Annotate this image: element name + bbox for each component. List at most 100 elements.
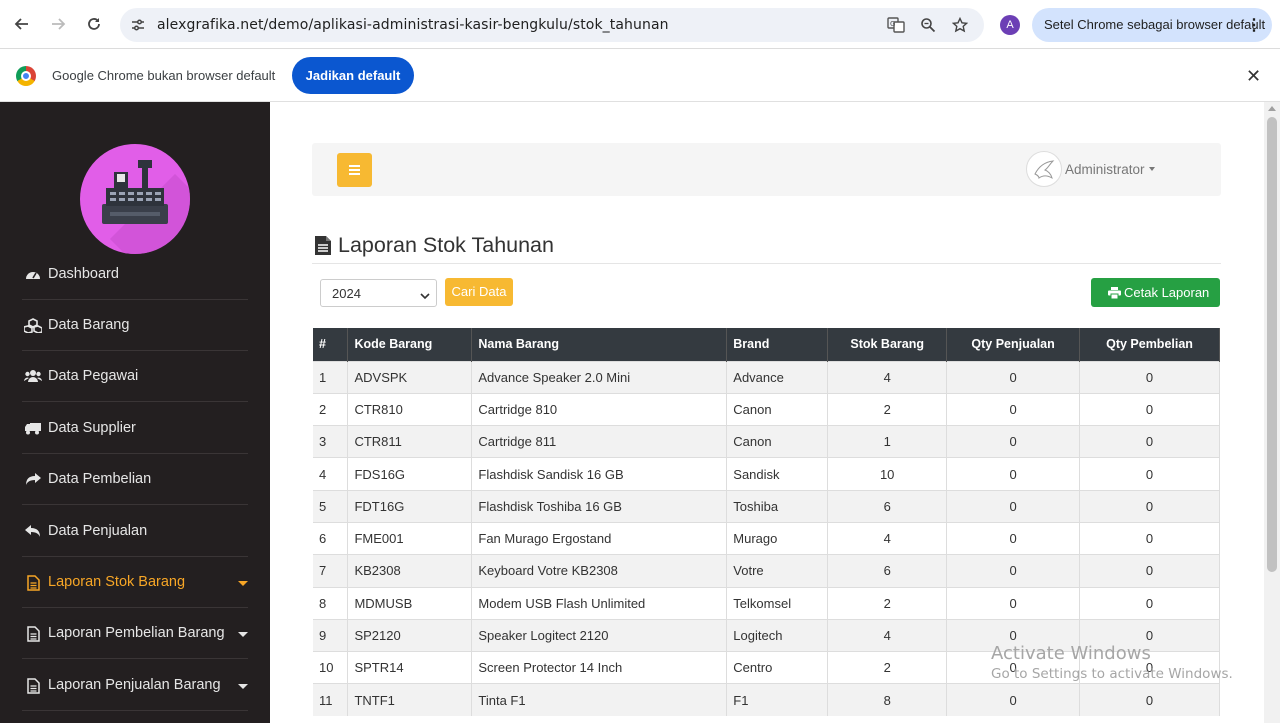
file-icon [24,678,42,694]
make-default-button[interactable]: Jadikan default [292,57,414,94]
table-cell: 0 [946,554,1081,588]
watermark-line-1: Activate Windows [991,643,1151,664]
print-icon [1108,280,1121,309]
reload-icon[interactable] [82,12,106,36]
column-header[interactable]: Qty Pembelian [1079,328,1220,361]
menu-toggle-button[interactable] [337,153,372,187]
column-header[interactable]: Qty Penjualan [946,328,1081,361]
file-icon [24,626,42,642]
hamburger-icon [349,165,360,167]
table-header-row: # Kode Barang Nama Barang Brand Stok Bar… [313,328,1220,361]
table-cell: 0 [1079,586,1220,620]
dashboard-icon [24,267,42,283]
user-avatar [1026,151,1062,187]
table-cell: 4 [827,618,948,652]
table-cell: Canon [726,392,829,426]
sidebar-item[interactable]: Dashboard [22,249,248,300]
sidebar-item[interactable]: Laporan Stok Barang [22,557,248,608]
site-settings-icon[interactable] [130,17,146,38]
page-scrollbar[interactable] [1264,102,1280,723]
table-cell: 0 [946,360,1081,394]
year-select[interactable]: 2024 [320,279,437,307]
user-menu[interactable]: Administrator [1026,151,1155,187]
scroll-up-icon[interactable] [1268,106,1276,111]
table-cell: Votre [726,554,829,588]
table-cell: CTR810 [347,392,473,426]
table-cell: FDS16G [347,457,473,491]
sidebar-item-label: Data Pegawai [48,368,139,384]
infobar-message: Google Chrome bukan browser default [52,68,276,83]
table-cell: Sandisk [726,457,829,491]
table-cell: 0 [946,425,1081,458]
table-cell: 4 [827,360,948,394]
sidebar-item-label: Data Pembelian [48,471,152,487]
close-infobar-icon[interactable]: ✕ [1246,66,1261,87]
share-icon [24,472,42,488]
column-header[interactable]: Kode Barang [347,328,473,361]
table-cell: 2 [827,392,948,426]
column-header[interactable]: # [313,328,349,361]
table-cell: 1 [827,425,948,458]
table-cell: FME001 [347,521,473,555]
address-bar[interactable]: alexgrafika.net/demo/aplikasi-administra… [120,8,984,42]
table-cell: 0 [1079,683,1220,717]
table-cell: Advance Speaker 2.0 Mini [471,360,728,394]
table-cell: 0 [1079,489,1220,523]
table-cell: 0 [1079,521,1220,555]
table-row: 8 MDMUSB Modem USB Flash Unlimited Telkomse… [313,586,1220,620]
table-cell: Cartridge 811 [471,425,728,458]
hamburger-icon-bar [349,173,360,175]
back-arrow-icon[interactable] [10,12,34,36]
table-cell: Canon [726,425,829,458]
cubes-icon [23,318,43,334]
user-caret-icon [1148,167,1155,171]
cash-register-logo [80,144,190,254]
bookmark-star-icon[interactable] [950,15,970,35]
table-cell: 8 [827,683,948,717]
table-cell: FDT16G [347,489,473,523]
sidebar-item[interactable]: Laporan Penjualan Barang [22,660,248,711]
sidebar-item[interactable]: Data Penjualan [22,506,248,557]
table-cell: 0 [946,489,1081,523]
table-cell: 6 [313,521,349,555]
more-menu-icon[interactable]: ⋮ [1246,15,1262,35]
url-text[interactable]: alexgrafika.net/demo/aplikasi-administra… [157,17,669,33]
table-cell: Cartridge 810 [471,392,728,426]
profile-avatar[interactable]: A [1000,15,1020,35]
set-default-browser-chip[interactable]: Setel Chrome sebagai browser default ⋮ [1032,8,1272,42]
page-title: Laporan Stok Tahunan [312,232,1221,264]
sidebar-item[interactable]: Laporan Pembelian Barang [22,608,248,659]
search-data-button[interactable]: Cari Data [445,278,513,306]
sidebar-item[interactable]: Data Pegawai [22,351,248,402]
zoom-icon[interactable] [918,15,938,35]
table-cell: 6 [827,489,948,523]
sidebar-item[interactable]: Data Barang [22,300,248,351]
table-cell: 0 [1079,425,1220,458]
sidebar-item-label: Laporan Penjualan Barang [48,677,221,693]
table-cell: Screen Protector 14 Inch [471,651,728,684]
year-select-value: 2024 [332,286,361,301]
translate-icon[interactable]: G [886,15,906,35]
table-cell: Murago [726,521,829,555]
table-cell: 1 [313,360,349,394]
table-cell: Tinta F1 [471,683,728,717]
table-cell: 0 [946,521,1081,555]
table-cell: Advance [726,360,829,394]
sidebar-item[interactable]: Data Supplier [22,403,248,454]
print-report-label: Cetak Laporan [1124,285,1210,300]
sidebar-item[interactable]: Data Pembelian [22,454,248,505]
table-cell: 11 [313,683,349,717]
table-cell: F1 [726,683,829,717]
truck-icon [24,421,42,437]
column-header[interactable]: Stok Barang [827,328,948,361]
sidebar-item-label: Data Supplier [48,420,136,436]
print-report-button[interactable]: Cetak Laporan [1091,278,1220,307]
table-row: 6 FME001 Fan Murago Ergostand Murago 4 0 0 [313,521,1220,555]
default-browser-infobar: Google Chrome bukan browser default Jadi… [0,50,1280,102]
users-icon [24,369,42,385]
column-header[interactable]: Nama Barang [471,328,728,361]
table-cell: Centro [726,651,829,684]
column-header[interactable]: Brand [726,328,829,361]
forward-arrow-icon[interactable] [46,12,70,36]
scrollbar-thumb[interactable] [1267,117,1277,572]
